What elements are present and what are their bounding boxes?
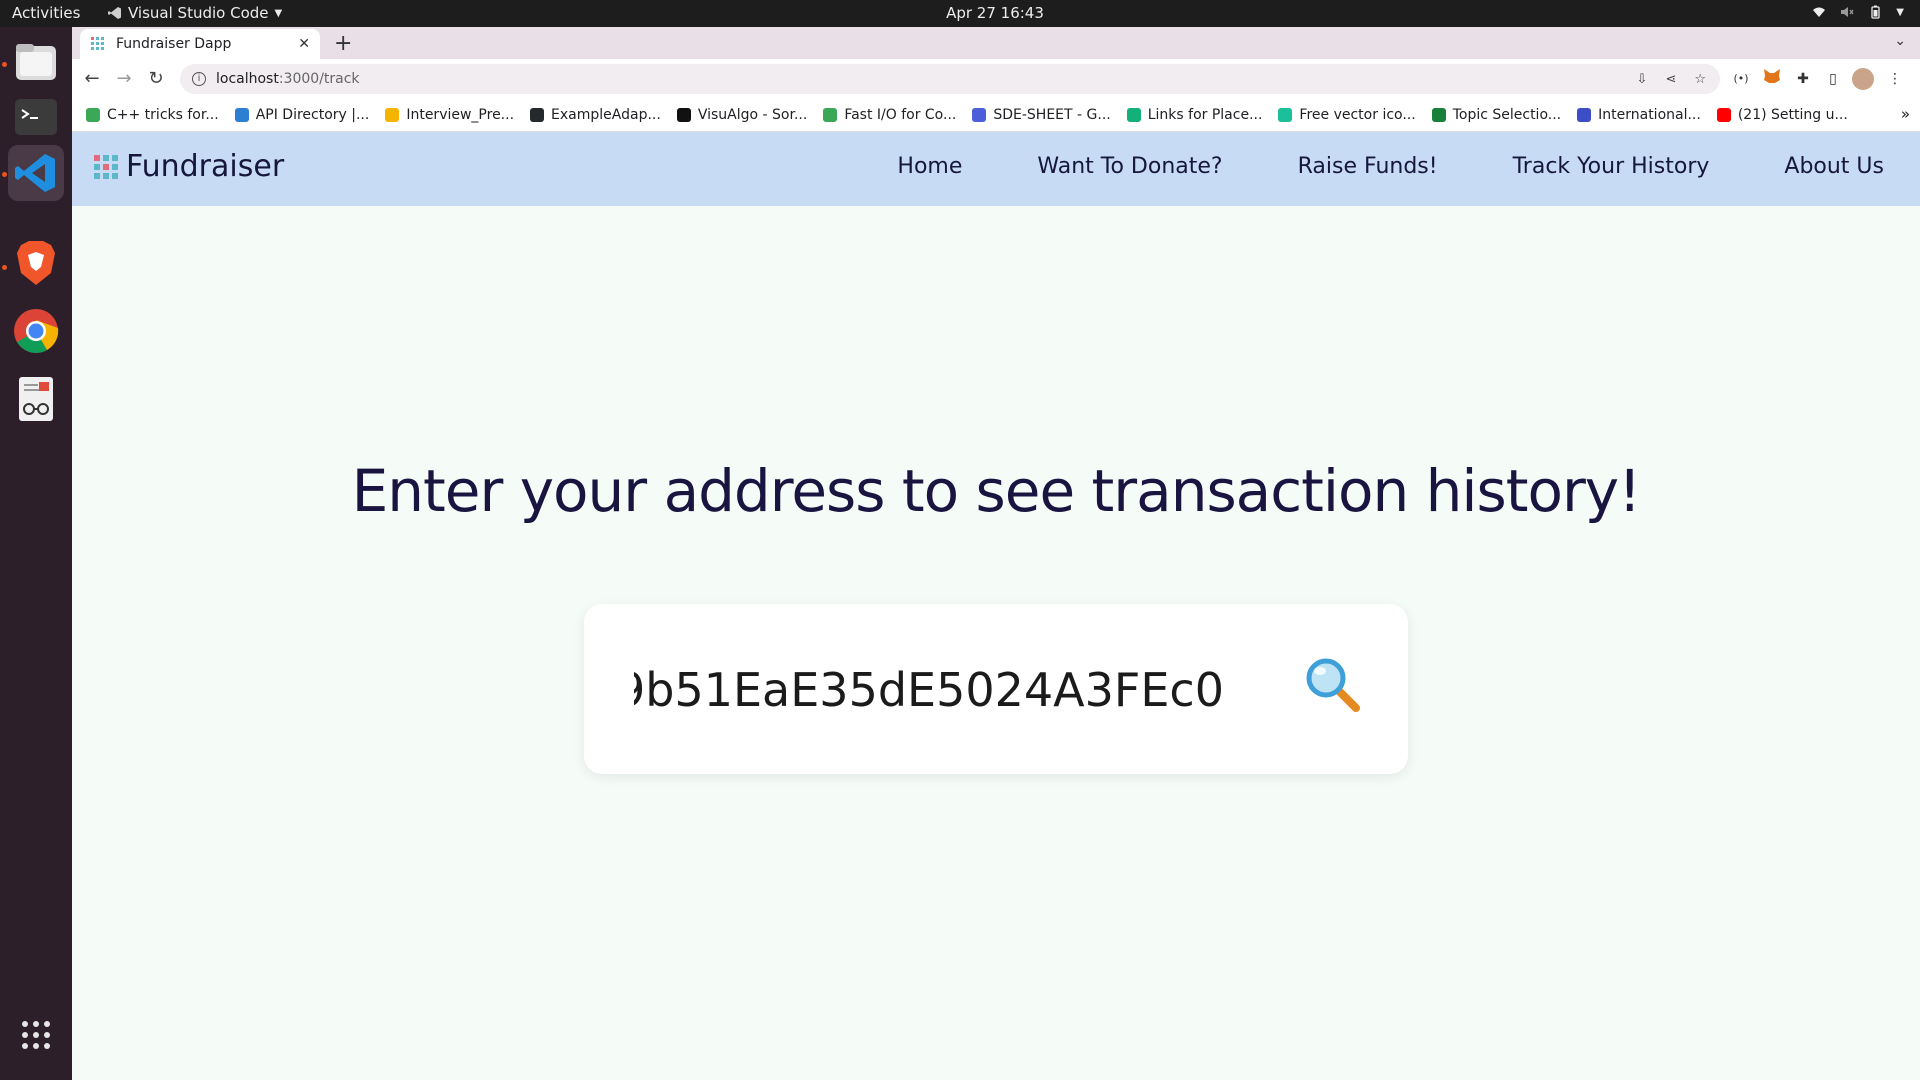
nav-about[interactable]: About Us xyxy=(1784,154,1884,179)
nav-raise-funds[interactable]: Raise Funds! xyxy=(1298,154,1438,179)
bookmark-favicon xyxy=(972,108,987,122)
bookmark-item[interactable]: Links for Place... xyxy=(1126,107,1262,123)
bookmark-item[interactable]: International... xyxy=(1577,107,1701,123)
bookmark-favicon xyxy=(86,108,100,122)
brand-logo[interactable]: Fundraiser xyxy=(94,149,284,184)
nav-home[interactable]: Home xyxy=(897,154,962,179)
app-menu[interactable]: Visual Studio Code ▼ xyxy=(108,4,282,22)
bookmark-favicon xyxy=(530,108,545,122)
browser-chrome: Fundraiser Dapp ✕ + ⌄ ← → ↻ i localhost:… xyxy=(72,27,1920,132)
running-indicator xyxy=(2,172,7,177)
page-headline: Enter your address to see transaction hi… xyxy=(351,457,1642,525)
bookmark-favicon xyxy=(1577,108,1592,122)
extensions-puzzle-icon[interactable]: ✚ xyxy=(1792,68,1814,90)
files-app-icon[interactable] xyxy=(8,34,64,90)
share-icon[interactable]: ⋖ xyxy=(1665,72,1676,87)
bookmark-item[interactable]: (21) Setting u... xyxy=(1716,107,1848,123)
nav-track-history[interactable]: Track Your History xyxy=(1513,154,1710,179)
grid-logo-icon xyxy=(94,154,118,179)
url-host: localhost xyxy=(216,71,279,87)
bookmark-item[interactable]: Interview_Pre... xyxy=(385,107,514,123)
document-viewer-app-icon[interactable] xyxy=(8,371,64,427)
app-menu-label: Visual Studio Code xyxy=(128,4,269,22)
system-tray[interactable]: ▼ xyxy=(1812,5,1904,19)
bookmarks-overflow-icon[interactable]: » xyxy=(1901,105,1910,123)
fundraiser-favicon xyxy=(91,37,104,50)
back-button[interactable]: ← xyxy=(80,67,104,91)
terminal-app-icon[interactable] xyxy=(8,89,64,145)
nav-donate[interactable]: Want To Donate? xyxy=(1037,154,1222,179)
bookmark-item[interactable]: ExampleAdap... xyxy=(530,107,661,123)
new-tab-button[interactable]: + xyxy=(334,31,352,56)
bookmark-star-icon[interactable]: ☆ xyxy=(1694,72,1706,87)
wifi-icon xyxy=(1813,7,1826,17)
search-button[interactable] xyxy=(1302,654,1366,718)
volume-muted-icon xyxy=(1841,7,1854,17)
battery-icon xyxy=(1871,5,1880,19)
bookmark-favicon xyxy=(1431,108,1446,122)
dock xyxy=(0,27,72,1080)
running-indicator xyxy=(2,265,7,270)
bookmark-item[interactable]: API Directory |... xyxy=(234,107,369,123)
bookmark-favicon xyxy=(676,108,691,122)
vscode-small-icon xyxy=(108,7,121,19)
bookmark-item[interactable]: C++ tricks for... xyxy=(86,107,219,123)
address-bar[interactable]: i localhost:3000/track ⇩ ⋖ ☆ xyxy=(180,64,1720,94)
address-search-card xyxy=(584,604,1408,774)
bookmark-item[interactable]: Free vector ico... xyxy=(1278,107,1416,123)
bookmark-favicon xyxy=(823,108,838,122)
bookmark-item[interactable]: Topic Selectio... xyxy=(1431,107,1561,123)
browser-tab-active[interactable]: Fundraiser Dapp ✕ xyxy=(80,29,320,59)
bookmark-favicon xyxy=(234,108,249,122)
forward-button[interactable]: → xyxy=(112,67,136,91)
address-input[interactable] xyxy=(634,652,1224,728)
brave-app-icon[interactable] xyxy=(8,235,64,291)
clock[interactable]: Apr 27 16:43 xyxy=(946,4,1044,22)
profile-avatar[interactable] xyxy=(1852,68,1874,90)
fundraiser-app: Fundraiser Home Want To Donate? Raise Fu… xyxy=(72,132,1920,1080)
bookmark-favicon xyxy=(1278,108,1293,122)
browser-menu-icon[interactable]: ⋮ xyxy=(1884,68,1906,90)
brand-name: Fundraiser xyxy=(126,149,285,184)
vscode-app-icon[interactable] xyxy=(8,145,64,201)
system-top-bar: Activities Visual Studio Code ▼ Apr 27 1… xyxy=(0,0,1920,27)
url-path: :3000/track xyxy=(278,71,360,87)
metamask-extension-icon[interactable] xyxy=(1761,68,1783,90)
show-apps-grid-icon[interactable] xyxy=(8,1007,64,1063)
close-tab-icon[interactable]: ✕ xyxy=(298,36,310,52)
browser-toolbar: ← → ↻ i localhost:3000/track ⇩ ⋖ ☆ (•) ✚… xyxy=(72,59,1920,99)
side-panel-icon[interactable]: ▯ xyxy=(1822,68,1844,90)
site-info-icon[interactable]: i xyxy=(192,72,206,86)
tab-strip: Fundraiser Dapp ✕ + ⌄ xyxy=(72,27,1920,59)
bookmark-item[interactable]: Fast I/O for Co... xyxy=(823,107,956,123)
reload-button[interactable]: ↻ xyxy=(144,67,168,91)
bookmark-item[interactable]: SDE-SHEET - G... xyxy=(972,107,1111,123)
tab-search-chevron-icon[interactable]: ⌄ xyxy=(1894,33,1906,49)
extension-broadcast-icon[interactable]: (•) xyxy=(1730,68,1752,90)
tab-title: Fundraiser Dapp xyxy=(116,36,232,52)
bookmark-favicon xyxy=(385,108,400,122)
magnifier-icon xyxy=(1306,658,1360,712)
chevron-down-icon: ▼ xyxy=(1896,6,1904,18)
chevron-down-icon: ▼ xyxy=(274,7,283,19)
install-app-icon[interactable]: ⇩ xyxy=(1637,72,1648,87)
running-indicator xyxy=(2,62,7,67)
app-navbar: Fundraiser Home Want To Donate? Raise Fu… xyxy=(72,132,1920,206)
bookmarks-bar: C++ tricks for... API Directory |... Int… xyxy=(72,99,1920,132)
activities-button[interactable]: Activities xyxy=(12,4,80,22)
bookmark-favicon xyxy=(1126,108,1141,122)
bookmark-favicon xyxy=(1716,108,1731,122)
bookmark-item[interactable]: VisuAlgo - Sor... xyxy=(676,107,807,123)
nav-links: Home Want To Donate? Raise Funds! Track … xyxy=(897,154,1884,179)
chrome-app-icon[interactable] xyxy=(8,303,64,359)
